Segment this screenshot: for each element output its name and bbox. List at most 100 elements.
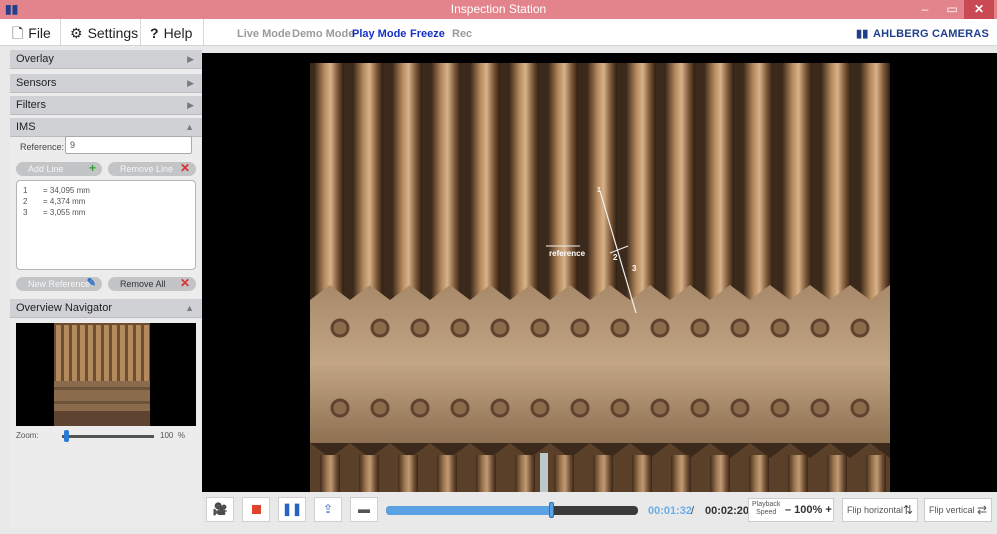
overlay-marker-3: 3	[632, 264, 637, 273]
x-icon: ✕	[179, 161, 190, 175]
menu-help[interactable]: ? Help	[150, 25, 192, 41]
section-overlay[interactable]: Overlay ▶	[10, 50, 202, 69]
overlay-marker-2: 2	[613, 253, 618, 262]
folder-icon: ▬	[358, 502, 370, 516]
gear-icon: ⚙	[70, 25, 83, 41]
pause-icon: ❚❚	[281, 502, 303, 516]
mode-play[interactable]: Play Mode	[352, 28, 406, 40]
mode-rec[interactable]: Rec	[452, 28, 472, 40]
zoom-label: Zoom:	[16, 431, 39, 440]
minimize-button[interactable]: –	[913, 0, 937, 19]
flip-horizontal-button[interactable]: Flip horizontal ⇅	[842, 498, 918, 522]
measurement-value: = 34,095 mm	[43, 186, 90, 195]
add-line-label: Add Line	[28, 164, 64, 174]
menu-settings[interactable]: ⚙ Settings	[70, 25, 138, 41]
chevron-right-icon: ▶	[187, 100, 194, 110]
progress-bar[interactable]	[386, 506, 638, 515]
chevron-right-icon: ▶	[187, 54, 194, 64]
section-filters-label: Filters	[16, 99, 46, 111]
playback-speed-label: Playback Speed	[752, 501, 781, 516]
mode-demo[interactable]: Demo Mode	[292, 28, 354, 40]
maximize-button[interactable]: ▭	[940, 0, 964, 19]
chevron-right-icon: ▶	[187, 78, 194, 88]
measurement-row[interactable]: 3 = 3,055 mm	[23, 207, 189, 218]
reference-label: Reference:	[20, 142, 65, 152]
video-viewport[interactable]: reference 1 2 3	[202, 53, 997, 492]
window-title: Inspection Station	[450, 2, 547, 16]
zoom-value: 100 %	[160, 431, 185, 440]
brand-name: AHLBERG CAMERAS	[872, 28, 989, 40]
flip-horizontal-icon: ⇅	[902, 503, 913, 517]
menu-bar: 🗋 File ⚙ Settings ? Help Live Mode Demo Mod…	[0, 19, 997, 46]
menu-settings-label: Settings	[87, 25, 139, 41]
overlay-reference-label: reference	[549, 249, 586, 258]
overview-navigator-label: Overview Navigator	[16, 302, 112, 314]
overview-thumbnail[interactable]	[16, 323, 196, 426]
mode-live[interactable]: Live Mode	[237, 28, 291, 40]
zoom-slider-handle[interactable]	[64, 430, 69, 442]
add-line-button[interactable]: Add Line +	[16, 162, 102, 176]
remove-all-button[interactable]: Remove All ✕	[108, 277, 196, 291]
zoom-slider-track[interactable]	[62, 435, 154, 438]
measurement-row[interactable]: 1 = 34,095 mm	[23, 185, 189, 196]
progress-handle[interactable]	[548, 502, 554, 518]
camera-button[interactable]: 🎥	[206, 497, 234, 522]
left-panel: Overlay ▶ Sensors ▶ Filters ▶ IMS ▲ Refe…	[10, 50, 202, 528]
measurement-value: = 4,374 mm	[43, 197, 86, 206]
reference-input[interactable]: 9	[65, 136, 192, 154]
menu-file[interactable]: 🗋 File	[12, 25, 51, 41]
plus-icon: +	[88, 161, 96, 175]
camera-icon: 🎥	[212, 502, 228, 516]
inspection-image	[310, 63, 890, 492]
question-icon: ?	[150, 25, 159, 41]
pause-button[interactable]: ❚❚	[278, 497, 306, 522]
section-ims[interactable]: IMS ▲	[10, 118, 202, 137]
time-separator: /	[691, 505, 695, 517]
x-icon: ✕	[179, 276, 190, 290]
flip-vertical-button[interactable]: Flip vertical ⇄	[924, 498, 992, 522]
menu-help-label: Help	[163, 25, 193, 41]
flip-vertical-icon: ⇄	[976, 503, 987, 517]
new-reference-button[interactable]: New Reference ✎	[16, 277, 102, 291]
section-overview-navigator[interactable]: Overview Navigator ▲	[10, 299, 202, 318]
section-overlay-label: Overlay	[16, 53, 54, 65]
title-bar: ▮▮ Inspection Station – ▭ ✕	[0, 0, 997, 19]
remove-line-button[interactable]: Remove Line ✕	[108, 162, 196, 176]
brand-logo: ▮▮ AHLBERG CAMERAS	[856, 27, 989, 40]
chevron-up-icon: ▲	[185, 122, 194, 132]
total-time: 00:02:20	[705, 505, 750, 517]
menu-separator	[140, 19, 141, 45]
remove-all-label: Remove All	[120, 279, 166, 289]
remove-line-label: Remove Line	[120, 164, 174, 174]
measurement-row[interactable]: 2 = 4,374 mm	[23, 196, 189, 207]
overlay-marker-1: 1	[597, 187, 601, 194]
section-filters[interactable]: Filters ▶	[10, 96, 202, 115]
menu-separator	[203, 19, 204, 45]
playback-controls: 🎥 ❚❚ ⇪ ▬ 00:01:32 / 00:02:20 Playback Spe…	[202, 497, 997, 525]
mode-freeze[interactable]: Freeze	[410, 28, 445, 40]
folder-button[interactable]: ▬	[350, 497, 378, 522]
chevron-up-icon: ▲	[185, 303, 194, 313]
export-icon: ⇪	[322, 502, 334, 516]
playback-speed-control[interactable]: Playback Speed – 100% +	[748, 498, 834, 522]
current-time: 00:01:32	[648, 505, 693, 517]
playback-speed-value[interactable]: – 100% +	[785, 504, 832, 516]
stop-button[interactable]	[242, 497, 270, 522]
measurement-index: 3	[23, 208, 28, 217]
export-button[interactable]: ⇪	[314, 497, 342, 522]
measurement-index: 1	[23, 186, 28, 195]
menu-file-label: File	[28, 25, 51, 41]
close-button[interactable]: ✕	[964, 0, 994, 19]
brand-mark-icon: ▮▮	[855, 28, 869, 40]
measurement-list[interactable]: 1 = 34,095 mm 2 = 4,374 mm 3 = 3,055 mm	[16, 180, 196, 270]
menu-separator	[60, 19, 61, 45]
flip-horizontal-label: Flip horizontal	[847, 505, 904, 515]
progress-fill	[386, 506, 552, 515]
file-icon: 🗋	[12, 25, 24, 41]
video-frame[interactable]: reference 1 2 3	[310, 63, 890, 492]
section-sensors[interactable]: Sensors ▶	[10, 74, 202, 93]
flip-vertical-label: Flip vertical	[929, 505, 975, 515]
measurement-value: = 3,055 mm	[43, 208, 86, 217]
new-reference-label: New Reference	[28, 279, 91, 289]
measurement-index: 2	[23, 197, 28, 206]
